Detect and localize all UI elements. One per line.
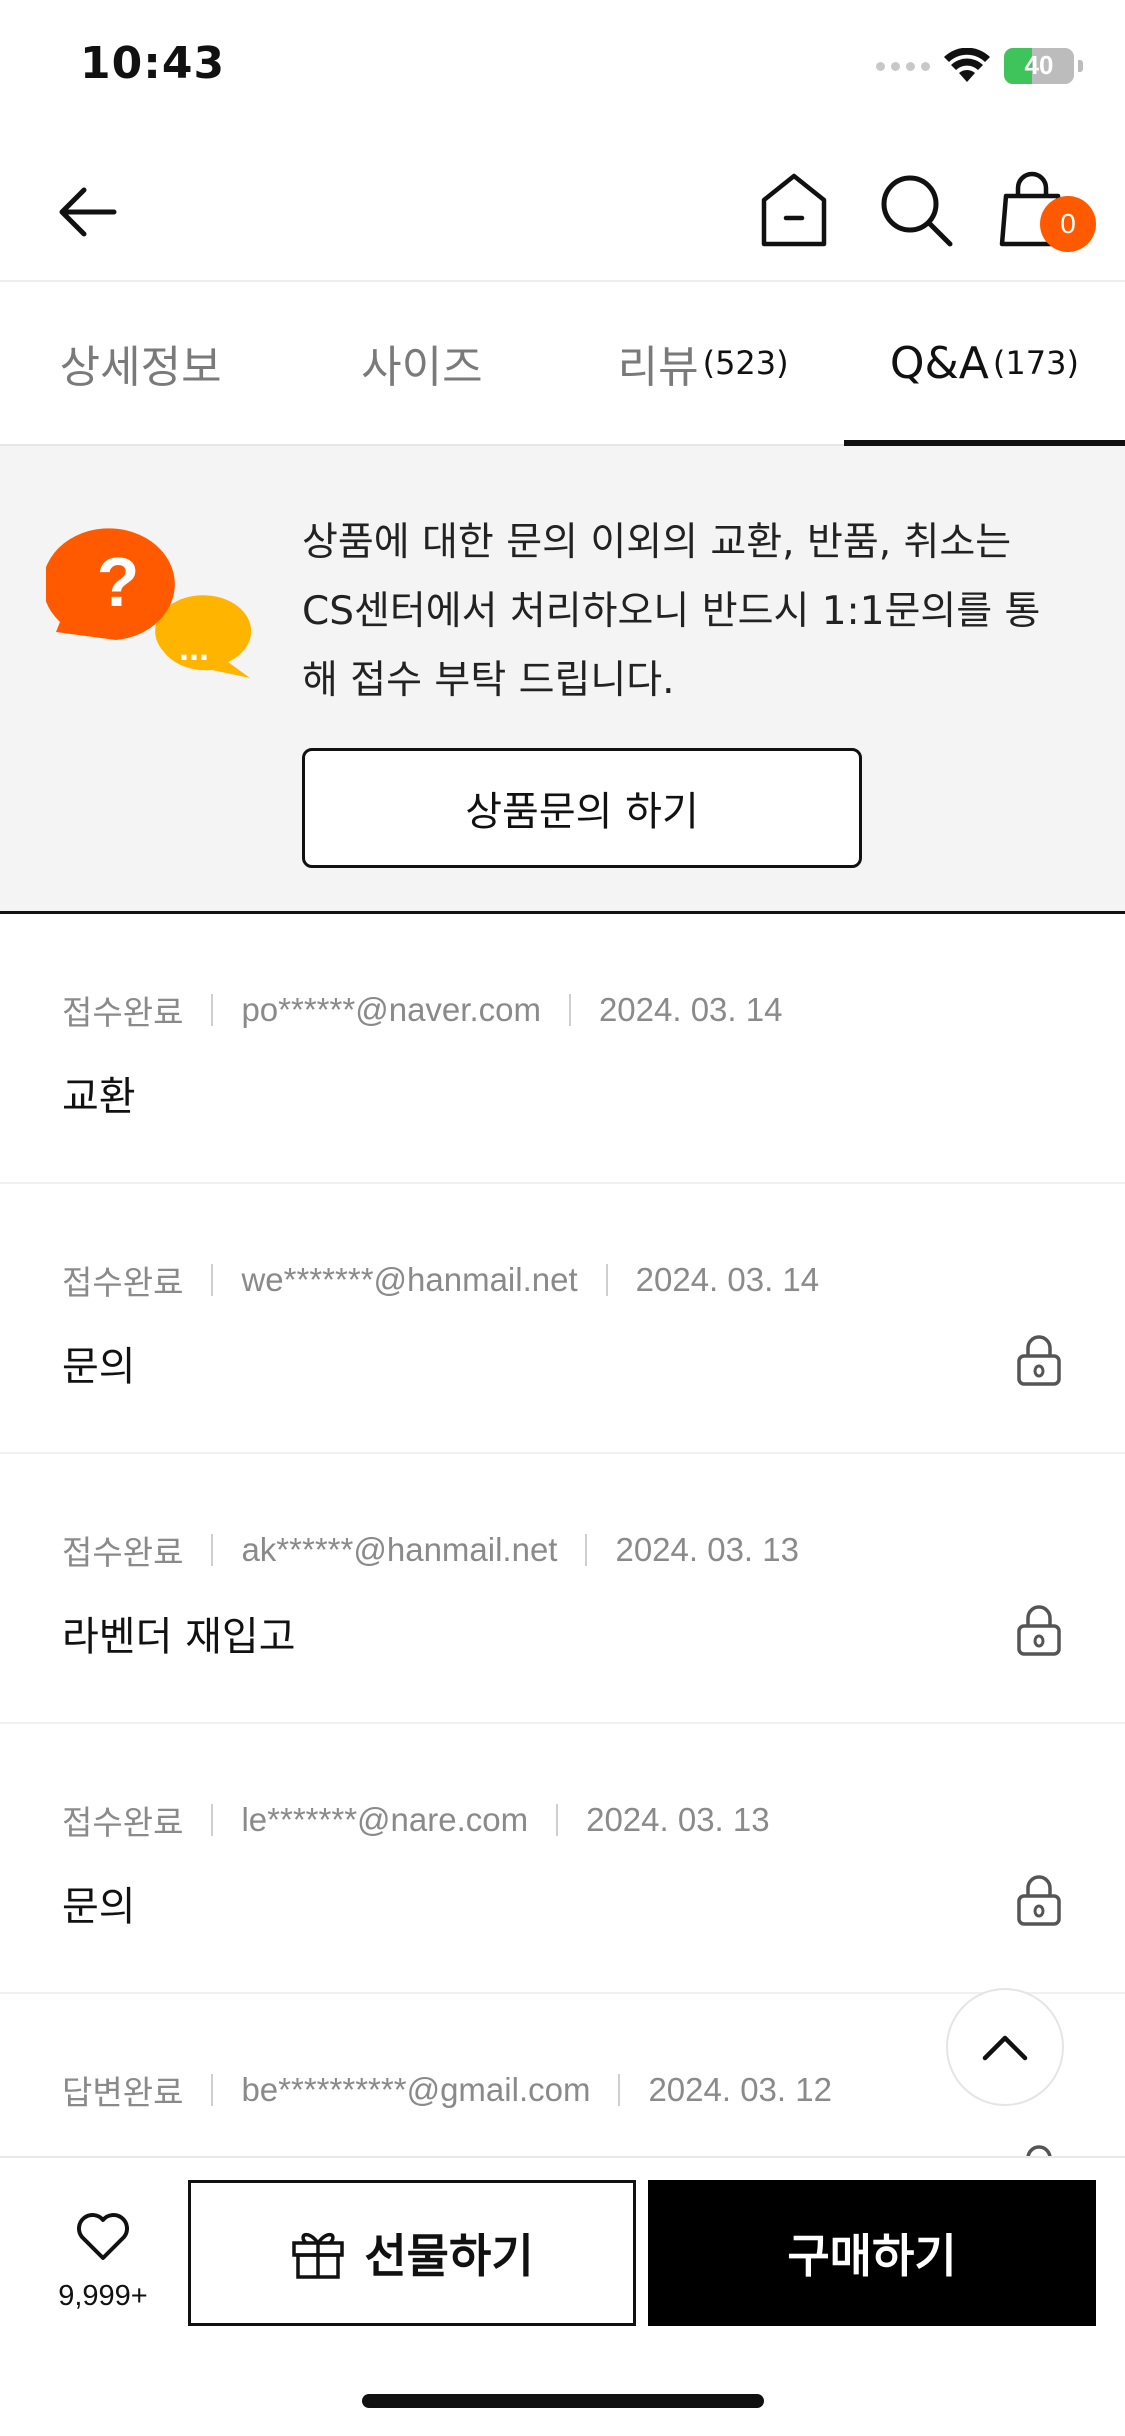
qna-meta: 답변완료 be**********@gmail.com 2024. 03. 12	[62, 2066, 832, 2114]
lock-icon	[1017, 1875, 1061, 1926]
qna-meta: 접수완료 ak******@hanmail.net 2024. 03. 13	[62, 1526, 799, 1574]
qna-title: 교환	[62, 1074, 136, 1120]
qna-user: le*******@nare.com	[241, 1801, 529, 1838]
tab-label: 리뷰	[617, 342, 699, 393]
status-time: 10:43	[80, 38, 226, 89]
qna-status: 접수완료	[62, 1263, 184, 1302]
home-button[interactable]	[758, 170, 830, 250]
notice-line: 해 접수 부탁 드립니다.	[302, 658, 675, 703]
product-inquiry-button[interactable]: 상품문의 하기	[302, 748, 862, 868]
qna-user: be**********@gmail.com	[241, 2071, 591, 2108]
cellular-signal-icon	[876, 61, 930, 71]
heart-icon	[77, 2213, 129, 2260]
qna-meta: 접수완료 le*******@nare.com 2024. 03. 13	[62, 1796, 770, 1844]
qna-item[interactable]: 접수완료 ak******@hanmail.net 2024. 03. 13 라…	[0, 1454, 1125, 1724]
status-indicators: 40	[876, 48, 1083, 84]
chevron-up-icon	[982, 2035, 1028, 2061]
qna-status: 접수완료	[62, 1803, 184, 1842]
qna-date: 2024. 03. 14	[598, 991, 783, 1028]
qna-date: 2024. 03. 13	[615, 1531, 799, 1568]
qna-title: 문의	[62, 1344, 136, 1390]
qna-status: 접수완료	[62, 1533, 184, 1572]
qna-item[interactable]: 접수완료 we*******@hanmail.net 2024. 03. 14 …	[0, 1184, 1125, 1454]
question-chat-icon: ? ...	[46, 528, 252, 678]
battery-icon: 40	[1004, 48, 1074, 84]
notice-line: 상품에 대한 문의 이외의 교환, 반품, 취소는	[302, 520, 1012, 565]
back-button[interactable]	[50, 174, 126, 250]
lock-icon	[1017, 1605, 1061, 1656]
home-indicator	[362, 2394, 764, 2408]
qna-title: 문의	[62, 1884, 136, 1930]
qna-user: we*******@hanmail.net	[241, 1261, 578, 1298]
gift-button[interactable]: 선물하기	[188, 2180, 636, 2326]
tab-size[interactable]: 사이즈	[281, 282, 562, 444]
tab-label: Q&A	[889, 337, 989, 389]
lock-icon	[1017, 1335, 1061, 1386]
home-icon	[761, 173, 827, 247]
tab-bar: 상세정보 사이즈 리뷰 (523) Q&A (173)	[0, 282, 1125, 446]
qna-item[interactable]: 접수완료 le*******@nare.com 2024. 03. 13 문의	[0, 1724, 1125, 1994]
qna-item[interactable]: 접수완료 po******@naver.com 2024. 03. 14 교환	[0, 914, 1125, 1184]
question-mark: ?	[97, 543, 140, 621]
notice-line: CS센터에서 처리하오니 반드시 1:1문의를 통	[302, 589, 1041, 634]
cart-button[interactable]: 0	[996, 170, 1100, 266]
tab-details[interactable]: 상세정보	[0, 282, 281, 444]
qna-date: 2024. 03. 13	[586, 1801, 770, 1838]
back-arrow-icon	[59, 187, 117, 237]
qna-status: 접수완료	[62, 993, 184, 1032]
cart-count-badge: 0	[1040, 196, 1096, 252]
tab-count: (523)	[702, 344, 789, 382]
battery-tip	[1078, 60, 1083, 72]
notice-text: 상품에 대한 문의 이외의 교환, 반품, 취소는 CS센터에서 처리하오니 반…	[302, 508, 1082, 715]
battery-level: 40	[1024, 50, 1054, 80]
qna-title: 라벤더 재입고	[62, 1614, 296, 1660]
tab-label: 상세정보	[59, 342, 222, 393]
like-count: 9,999+	[58, 2280, 148, 2312]
buy-button[interactable]: 구매하기	[648, 2180, 1096, 2326]
qna-meta: 접수완료 po******@naver.com 2024. 03. 14	[62, 986, 782, 1034]
qna-notice: ? ... 상품에 대한 문의 이외의 교환, 반품, 취소는 CS센터에서 처…	[0, 446, 1125, 914]
qna-date: 2024. 03. 12	[648, 2071, 832, 2108]
like-button[interactable]: 9,999+	[30, 2188, 176, 2328]
chat-dots: ...	[179, 627, 209, 668]
search-icon	[881, 175, 953, 247]
gift-label: 선물하기	[364, 2229, 534, 2283]
qna-status: 답변완료	[62, 2073, 184, 2112]
tab-reviews[interactable]: 리뷰 (523)	[563, 282, 844, 444]
tab-label: 사이즈	[361, 342, 483, 393]
qna-user: po******@naver.com	[241, 991, 541, 1028]
tab-count: (173)	[992, 344, 1079, 382]
qna-meta: 접수완료 we*******@hanmail.net 2024. 03. 14	[62, 1256, 819, 1304]
status-bar: 10:43 40	[0, 0, 1125, 140]
search-button[interactable]	[876, 170, 956, 250]
gift-icon	[292, 2232, 345, 2279]
qna-date: 2024. 03. 14	[635, 1261, 820, 1298]
buy-label: 구매하기	[787, 2229, 957, 2283]
scroll-top-button[interactable]	[946, 1988, 1064, 2106]
qna-user: ak******@hanmail.net	[241, 1531, 558, 1568]
tab-qna[interactable]: Q&A (173)	[843, 282, 1125, 446]
app-header: 0	[0, 140, 1125, 282]
wifi-icon	[944, 48, 990, 82]
